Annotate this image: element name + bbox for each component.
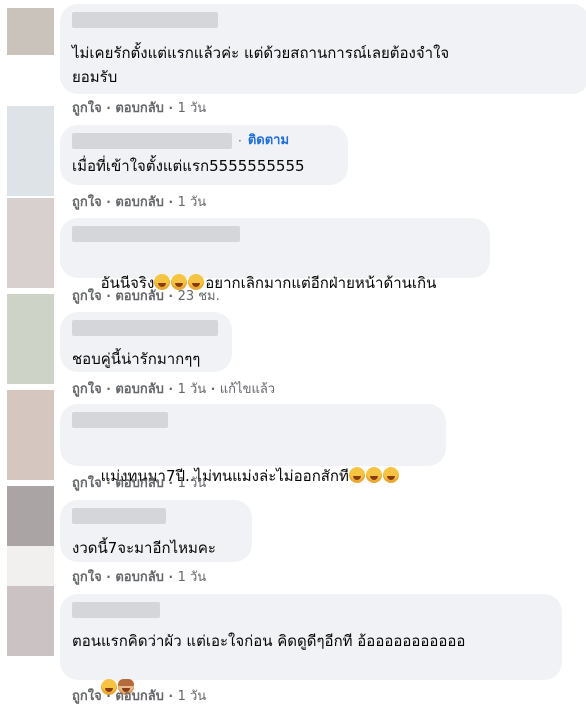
edited-label[interactable]: แก้ไขแล้ว bbox=[220, 382, 275, 397]
separator: · bbox=[106, 101, 111, 115]
separator: · bbox=[168, 570, 174, 584]
avatar[interactable] bbox=[7, 294, 54, 384]
like-button[interactable]: ถูกใจ bbox=[72, 289, 102, 304]
separator: · bbox=[106, 289, 111, 303]
avatar[interactable] bbox=[7, 198, 54, 288]
timestamp[interactable]: 1 วัน bbox=[178, 101, 207, 116]
timestamp[interactable]: 23 ชม. bbox=[178, 289, 220, 304]
comment-bubble: ชอบคู่นี้น่ารักมากๆๆ bbox=[60, 312, 232, 372]
author-name-redacted[interactable] bbox=[72, 226, 240, 242]
comment-text: งวดนี้7จะมาอีกไหมคะ bbox=[72, 539, 216, 557]
author-name-row bbox=[72, 506, 240, 526]
follow-button[interactable]: ติดตาม bbox=[248, 133, 289, 149]
reply-button[interactable]: ตอบกลับ bbox=[115, 689, 164, 704]
separator: · bbox=[106, 570, 111, 584]
separator: · bbox=[168, 289, 174, 303]
rofl-emoji-icon bbox=[382, 467, 399, 483]
like-button[interactable]: ถูกใจ bbox=[72, 101, 102, 116]
timestamp[interactable]: 1 วัน bbox=[178, 476, 207, 491]
comment-text: อันนีจริง อยากเลิกมากแต่อีกฝ่ายหน้าด้านเก… bbox=[72, 247, 478, 319]
reply-button[interactable]: ตอบกลับ bbox=[115, 382, 164, 397]
author-name-redacted[interactable] bbox=[72, 320, 218, 336]
comment-bubble: งวดนี้7จะมาอีกไหมคะ bbox=[60, 500, 252, 562]
author-name-redacted[interactable] bbox=[72, 602, 160, 618]
comment-actions: ถูกใจ · ตอบกลับ · 23 ชม. bbox=[72, 288, 220, 305]
author-name-redacted[interactable] bbox=[72, 12, 218, 28]
author-name-row bbox=[72, 410, 434, 430]
avatar[interactable] bbox=[7, 8, 54, 55]
comment-bubble: อันนีจริง อยากเลิกมากแต่อีกฝ่ายหน้าด้านเก… bbox=[60, 218, 490, 292]
separator: · bbox=[168, 101, 174, 115]
avatar[interactable] bbox=[7, 390, 54, 480]
author-name-redacted[interactable] bbox=[72, 133, 232, 149]
separator: · bbox=[106, 689, 111, 703]
like-button[interactable]: ถูกใจ bbox=[72, 195, 102, 210]
comment-actions: ถูกใจ · ตอบกลับ · 1 วัน bbox=[72, 194, 206, 211]
comment-bubble: ไม่เคยรักตั้งแต่แรกแล้วค่ะ แต่ด้วยสถานกา… bbox=[60, 4, 586, 94]
like-button[interactable]: ถูกใจ bbox=[72, 382, 102, 397]
comment-text: ไม่เคยรักตั้งแต่แรกแล้วค่ะ แต่ด้วยสถานกา… bbox=[72, 44, 450, 86]
separator: · bbox=[168, 382, 174, 396]
rofl-emoji-icon bbox=[348, 467, 365, 483]
timestamp[interactable]: 1 วัน bbox=[178, 570, 207, 585]
comment-text: ตอนแรกคิดว่าผัว แต่เอะใจก่อน คิดดูดีๆอีก… bbox=[72, 632, 466, 650]
author-name-row bbox=[72, 600, 550, 620]
timestamp[interactable]: 1 วัน bbox=[178, 195, 207, 210]
separator: · bbox=[210, 382, 216, 396]
comment-bubble: · ติดตาม เมื่อที่เข้าใจตั้งแต่แรก5555555… bbox=[60, 125, 348, 185]
reply-button[interactable]: ตอบกลับ bbox=[115, 101, 164, 116]
author-name-row bbox=[72, 224, 478, 244]
like-button[interactable]: ถูกใจ bbox=[72, 476, 102, 491]
comment-actions: ถูกใจ · ตอบกลับ · 1 วัน bbox=[72, 100, 206, 117]
separator: · bbox=[106, 195, 111, 209]
author-name-row: · ติดตาม bbox=[72, 131, 336, 151]
avatar[interactable] bbox=[7, 486, 54, 546]
comment-actions: ถูกใจ · ตอบกลับ · 1 วัน bbox=[72, 688, 206, 705]
avatar[interactable] bbox=[7, 106, 54, 196]
timestamp[interactable]: 1 วัน bbox=[178, 382, 207, 397]
comment-bubble: แม่งทนมา7ปี..ไม่ทนแม่งล่ะไม่ออกสักที bbox=[60, 404, 446, 485]
reply-button[interactable]: ตอบกลับ bbox=[115, 289, 164, 304]
separator: · bbox=[106, 476, 111, 490]
author-name-row bbox=[72, 318, 220, 338]
like-button[interactable]: ถูกใจ bbox=[72, 570, 102, 585]
separator: · bbox=[168, 689, 174, 703]
author-name-row bbox=[72, 10, 578, 30]
like-button[interactable]: ถูกใจ bbox=[72, 689, 102, 704]
separator: · bbox=[168, 195, 174, 209]
comment-actions: ถูกใจ · ตอบกลับ · 1 วัน bbox=[72, 569, 206, 586]
comment-text: เมื่อที่เข้าใจตั้งแต่แรก5555555555 bbox=[72, 157, 305, 175]
comment-bubble: ตอนแรกคิดว่าผัว แต่เอะใจก่อน คิดดูดีๆอีก… bbox=[60, 594, 562, 695]
reply-button[interactable]: ตอบกลับ bbox=[115, 570, 164, 585]
avatar[interactable] bbox=[7, 586, 54, 656]
reply-button[interactable]: ตอบกลับ bbox=[115, 195, 164, 210]
separator: · bbox=[238, 134, 242, 148]
comment-text: ชอบคู่นี้น่ารักมากๆๆ bbox=[72, 350, 201, 368]
separator: · bbox=[168, 476, 174, 490]
reply-button[interactable]: ตอบกลับ bbox=[115, 476, 164, 491]
avatar-lower bbox=[7, 546, 54, 586]
comment-actions: ถูกใจ · ตอบกลับ · 1 วัน · แก้ไขแล้ว bbox=[72, 381, 275, 398]
comment-text-part-2: อยากเลิกมากแต่อีกฝ่ายหน้าด้านเกิน bbox=[205, 274, 437, 292]
separator: · bbox=[106, 382, 111, 396]
timestamp[interactable]: 1 วัน bbox=[178, 689, 207, 704]
comment-actions: ถูกใจ · ตอบกลับ · 1 วัน bbox=[72, 475, 206, 492]
rofl-emoji-icon bbox=[365, 467, 382, 483]
author-name-redacted[interactable] bbox=[72, 508, 166, 524]
author-name-redacted[interactable] bbox=[72, 412, 168, 428]
